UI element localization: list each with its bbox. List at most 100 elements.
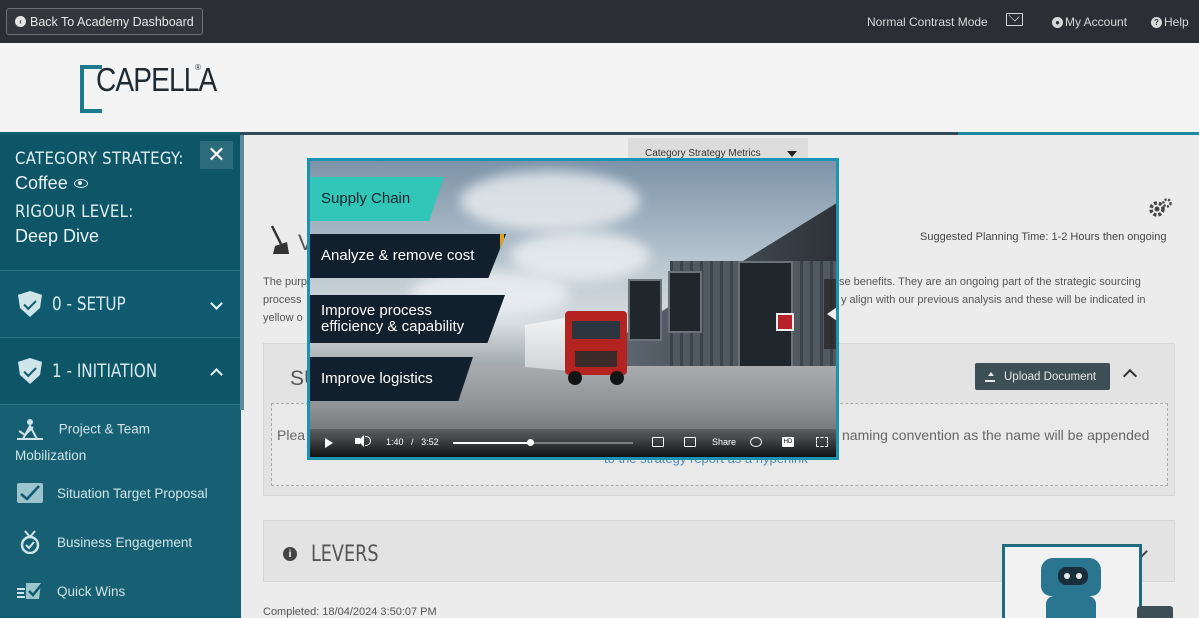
paragraph-line: process: [263, 294, 302, 306]
sidebar-item-quick-wins[interactable]: Quick Wins: [0, 567, 241, 616]
rigour-value: Deep Dive: [15, 226, 100, 246]
shield-check-icon: [18, 358, 42, 384]
levers-title: LEVERS: [311, 542, 379, 567]
video-controls: 1:40 / 3:52 Share HD: [310, 429, 836, 457]
completed-timestamp: Completed: 18/04/2024 3:50:07 PM: [263, 606, 437, 618]
video-tag: Improve logistics: [310, 357, 473, 401]
paragraph-line: se benefits. They are an ongoing part of…: [839, 276, 1141, 288]
sidebar-item-label: Project & Team: [58, 421, 151, 437]
broom-icon: [270, 225, 289, 254]
my-account-link[interactable]: ● My Account: [1052, 15, 1127, 29]
close-sidebar-button[interactable]: ✕: [200, 141, 233, 169]
back-to-dashboard-button[interactable]: ‹ Back To Academy Dashboard: [6, 8, 203, 35]
video-tag-text: Improve process efficiency & capability: [321, 301, 465, 335]
chevron-down-icon: [210, 297, 223, 310]
section-label: 1 - INITIATION: [52, 360, 158, 382]
paragraph-line: yellow o: [263, 312, 303, 324]
eye-icon[interactable]: [73, 179, 88, 188]
truck-wheel: [568, 371, 582, 385]
caret-down-icon: [787, 151, 797, 157]
time-current: 1:40: [386, 437, 404, 447]
video-tag: Analyze & remove cost: [310, 234, 506, 278]
watch-later-icon[interactable]: [750, 437, 762, 447]
sidebar-scrollbar[interactable]: [240, 135, 244, 410]
team-icon: [17, 419, 43, 440]
sidebar-section-setup[interactable]: 0 - SETUP: [0, 271, 241, 338]
chevron-left-icon: ‹: [15, 16, 26, 27]
truck-wheel: [610, 371, 624, 385]
quick-check-icon: [17, 583, 43, 599]
play-icon[interactable]: [325, 438, 333, 448]
picture-in-picture-icon[interactable]: [684, 437, 696, 447]
mail-icon[interactable]: [1006, 13, 1023, 26]
loading-dock: [668, 271, 702, 333]
video-progress-fill: [453, 442, 531, 444]
time-total: 3:52: [421, 437, 439, 447]
chevron-up-icon: [210, 368, 223, 381]
upload-icon: [985, 371, 995, 382]
video-progress-knob[interactable]: [527, 439, 535, 446]
video-player[interactable]: Supply Chain Analyze & remove cost Impro…: [307, 158, 839, 460]
help-link[interactable]: ? Help: [1151, 15, 1189, 29]
share-button[interactable]: Share: [712, 437, 736, 447]
sidebar-item-project-team[interactable]: Project & Team Mobilization: [0, 405, 241, 469]
sidebar-item-label: Situation Target Proposal: [57, 486, 208, 501]
back-button-label: Back To Academy Dashboard: [30, 14, 194, 29]
video-tag-text: Supply Chain: [321, 189, 411, 207]
previous-arrow-icon[interactable]: [824, 279, 836, 349]
hd-quality-icon[interactable]: HD: [782, 437, 794, 447]
close-icon: ✕: [207, 142, 226, 167]
time-separator: /: [411, 437, 414, 447]
logo-registered-mark: ®: [195, 63, 201, 72]
truck-windshield: [572, 321, 620, 339]
volume-icon[interactable]: [355, 435, 371, 447]
video-tag: Improve process efficiency & capability: [310, 295, 505, 343]
help-label: Help: [1164, 15, 1189, 29]
drop-zone-text: naming convention as the name will be ap…: [842, 427, 1150, 443]
header: CAPELLA ®: [0, 43, 1199, 134]
sidebar-item-label: Mobilization: [15, 448, 87, 463]
fullscreen-icon[interactable]: [816, 437, 828, 447]
video-tag-text: Improve logistics: [321, 369, 433, 387]
video-progress-bar[interactable]: [453, 439, 633, 446]
sidebar: ✕ CATEGORY STRATEGY: Coffee RIGOUR LEVEL…: [0, 135, 241, 618]
strategy-value: Coffee: [15, 173, 226, 194]
section-label: 0 - SETUP: [52, 293, 126, 315]
loading-dock: [628, 279, 662, 341]
corner-tab[interactable]: [1137, 606, 1173, 618]
sidebar-item-situation-target[interactable]: Situation Target Proposal: [0, 469, 241, 518]
video-time: 1:40 / 3:52: [386, 437, 439, 447]
top-bar: ‹ Back To Academy Dashboard Normal Contr…: [0, 0, 1199, 43]
sidebar-item-label: Quick Wins: [57, 584, 126, 599]
sidebar-section-initiation[interactable]: 1 - INITIATION: [0, 338, 241, 405]
help-icon: ?: [1151, 16, 1162, 28]
gears-icon[interactable]: [1147, 197, 1173, 219]
user-icon: ●: [1052, 16, 1063, 28]
video-tag-text: Analyze & remove cost: [321, 246, 475, 264]
upload-button-label: Upload Document: [1004, 370, 1097, 383]
initiation-items: Project & Team Mobilization Situation Ta…: [0, 405, 241, 616]
target-check-icon: [17, 483, 43, 503]
sidebar-item-label: Business Engagement: [57, 535, 193, 550]
sidebar-strategy-info: ✕ CATEGORY STRATEGY: Coffee RIGOUR LEVEL…: [0, 135, 241, 271]
my-account-label: My Account: [1065, 15, 1128, 29]
strategy-name: Coffee: [15, 173, 68, 193]
robot-body: [1046, 596, 1096, 618]
info-icon: i: [283, 547, 297, 561]
paragraph-line: y align with our previous analysis and t…: [841, 294, 1146, 306]
category-strategy-metrics-dropdown[interactable]: Category Strategy Metrics: [628, 138, 808, 160]
contrast-mode-link[interactable]: Normal Contrast Mode: [867, 15, 988, 29]
drop-zone-text: Plea: [277, 427, 306, 443]
cloud: [460, 171, 640, 231]
paragraph-line: The purp: [263, 276, 308, 288]
upload-document-button[interactable]: Upload Document: [975, 363, 1110, 390]
dock-sign: [776, 313, 794, 331]
sidebar-item-business-engagement[interactable]: Business Engagement: [0, 518, 241, 567]
video-tag: Supply Chain: [310, 177, 444, 221]
strategy-heading: CATEGORY STRATEGY:: [15, 149, 184, 169]
medal-icon: [20, 530, 40, 554]
robot-face: [1058, 567, 1088, 585]
rigour-heading: RIGOUR LEVEL:: [15, 202, 134, 222]
captions-icon[interactable]: [652, 437, 664, 447]
truck-grille: [575, 351, 617, 367]
